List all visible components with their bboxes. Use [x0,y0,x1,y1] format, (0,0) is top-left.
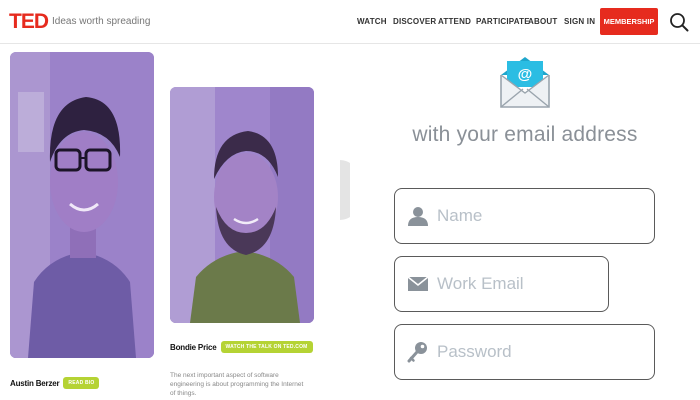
password-field[interactable] [394,324,655,380]
tagline: Ideas worth spreading [52,16,151,27]
name-field[interactable] [394,188,655,244]
speaker-description: The next important aspect of software en… [170,372,304,397]
search-icon[interactable] [669,12,689,32]
scroll-handle[interactable] [340,160,350,220]
speaker-portrait-2 [170,87,314,323]
speaker-name: Austin Berzer [10,378,60,388]
envelope-icon: @ [500,57,550,108]
signup-headline: with your email address [412,123,638,146]
nav-discover[interactable]: DISCOVER [393,17,436,27]
ted-logo[interactable]: TED [9,11,49,32]
svg-text:@: @ [518,66,533,83]
membership-button[interactable]: MEMBERSHIP [600,8,658,35]
speaker-photo-1[interactable] [10,52,154,358]
mail-icon [407,276,429,291]
watch-talk-badge[interactable]: WATCH THE TALK ON TED.COM [220,341,313,353]
nav-attend[interactable]: ATTEND [438,17,471,27]
read-bio-badge[interactable]: READ BIO [63,377,100,389]
email-field[interactable] [394,256,637,312]
nav-about[interactable]: ABOUT [528,17,557,27]
speaker-1-caption: Austin Berzer READ BIO [10,377,100,389]
speaker-2-caption: Bondie Price WATCH THE TALK ON TED.COM [170,341,313,353]
speakers-panel: Austin Berzer READ BIO Bondie Price WATC… [0,45,350,400]
nav-watch[interactable]: WATCH [357,17,387,27]
signup-form: @ with your email address [350,45,700,400]
speaker-portrait-1 [10,52,154,358]
email-input[interactable] [437,274,637,294]
nav-sign-in[interactable]: SIGN IN [564,17,595,27]
name-input[interactable] [437,206,637,226]
user-icon [408,207,428,226]
speaker-photo-2[interactable] [170,87,314,323]
speaker-name: Bondie Price [170,342,217,352]
key-icon [407,342,427,363]
nav-participate[interactable]: PARTICIPATE [476,17,530,27]
site-header: TED Ideas worth spreading WATCH DISCOVER… [0,0,700,44]
password-input[interactable] [437,342,637,362]
